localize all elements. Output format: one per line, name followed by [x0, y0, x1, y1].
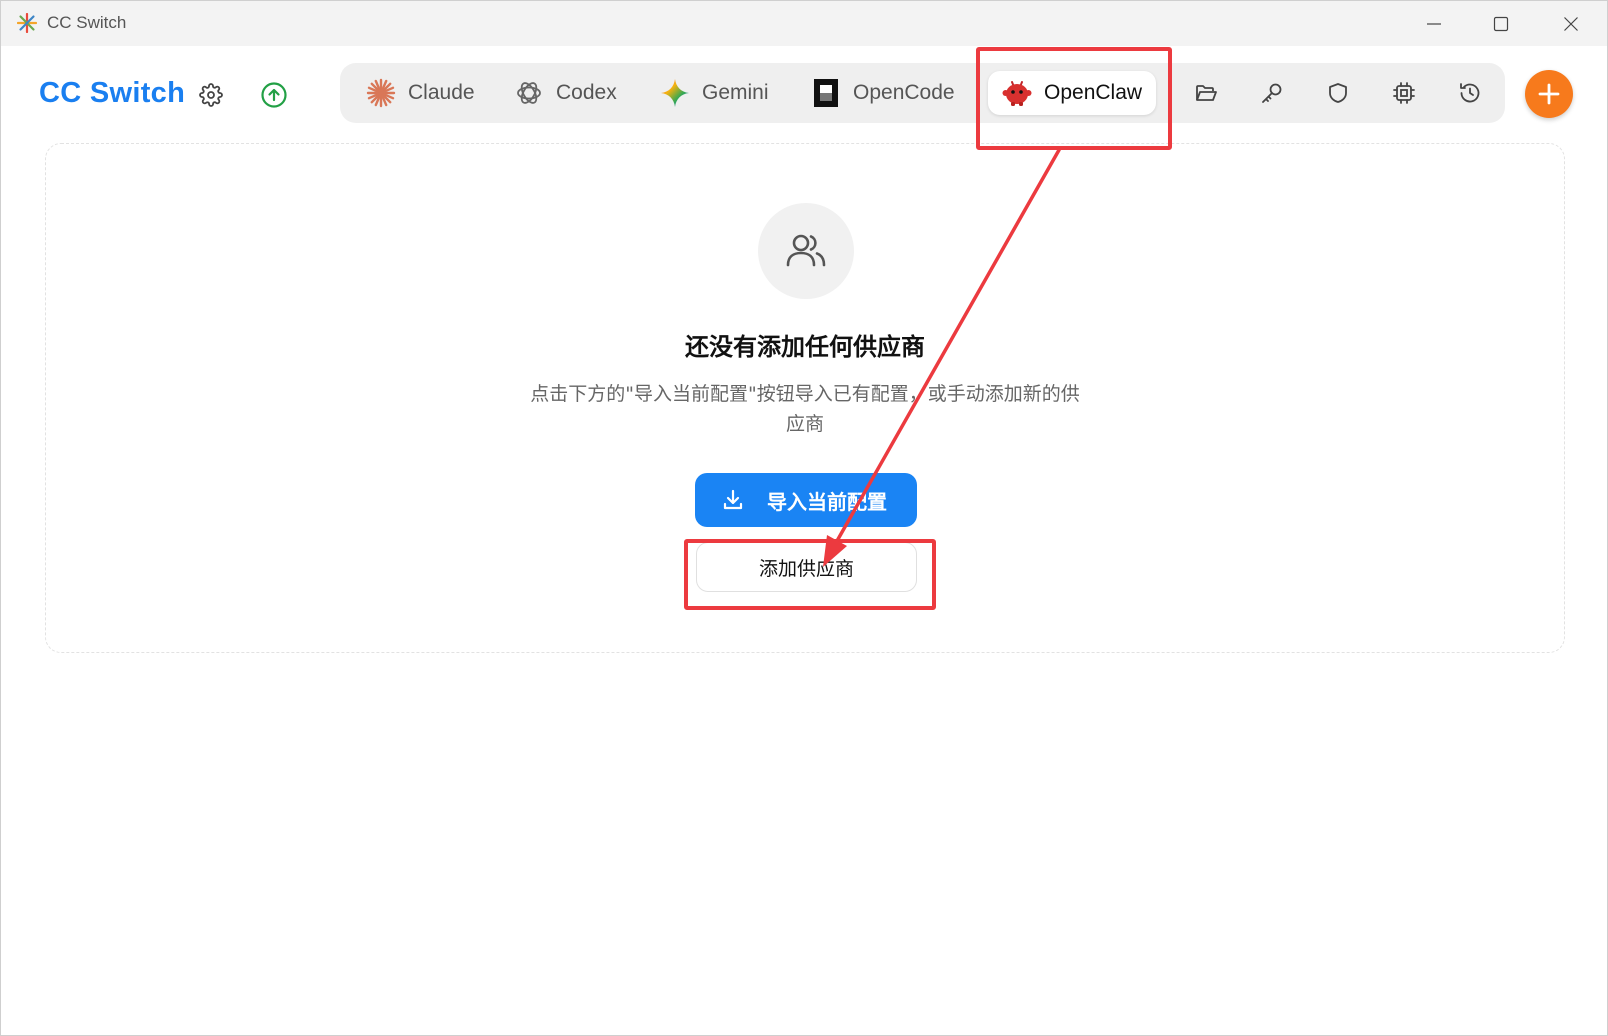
add-provider-fab[interactable] — [1525, 70, 1573, 118]
tab-label: Claude — [408, 81, 475, 104]
empty-state-title: 还没有添加任何供应商 — [685, 333, 925, 361]
maximize-button[interactable] — [1486, 9, 1516, 39]
history-button[interactable] — [1454, 77, 1486, 109]
annotation-highlight-tab — [976, 47, 1172, 150]
download-icon — [719, 486, 747, 514]
arrow-up-circle-icon — [261, 82, 287, 108]
window-title: CC Switch — [47, 13, 127, 32]
shield-icon — [1329, 83, 1347, 103]
folder-open-icon — [1196, 85, 1217, 101]
empty-state-description: 点击下方的"导入当前配置"按钮导入已有配置，或手动添加新的供应商 — [530, 383, 1080, 435]
tab-label: OpenCode — [853, 81, 955, 104]
opencode-square-icon — [811, 78, 841, 108]
tab-claude[interactable]: Claude — [352, 71, 489, 115]
plus-icon — [1538, 83, 1560, 105]
history-icon — [1460, 83, 1480, 103]
tab-codex[interactable]: Codex — [500, 71, 631, 115]
update-button[interactable] — [258, 79, 290, 111]
close-icon — [1564, 17, 1578, 31]
import-current-config-button[interactable]: 导入当前配置 — [695, 473, 917, 527]
claude-starburst-icon — [366, 78, 396, 108]
tab-gemini[interactable]: Gemini — [646, 71, 783, 115]
openai-knot-icon — [514, 78, 544, 108]
tab-label: Gemini — [702, 81, 769, 104]
mcp-button[interactable] — [1388, 77, 1420, 109]
users-icon — [786, 234, 826, 267]
open-folder-button[interactable] — [1190, 77, 1222, 109]
gemini-sparkle-icon — [660, 78, 690, 108]
import-button-label: 导入当前配置 — [767, 489, 887, 514]
app-tab-bar: Claude Codex Gemini OpenCode OpenClaw — [340, 63, 1505, 123]
key-icon — [1262, 83, 1282, 103]
maximize-icon — [1493, 16, 1509, 32]
empty-state-avatar — [758, 203, 854, 299]
gear-icon — [199, 83, 223, 107]
settings-button[interactable] — [195, 79, 227, 111]
minimize-icon — [1427, 23, 1441, 25]
tab-opencode[interactable]: OpenCode — [797, 71, 969, 115]
minimize-button[interactable] — [1419, 9, 1449, 39]
brand-title: CC Switch — [39, 77, 186, 109]
app-window: CC Switch CC Switch Claude Codex Gemini … — [0, 0, 1608, 1036]
api-key-button[interactable] — [1256, 77, 1288, 109]
close-button[interactable] — [1556, 9, 1586, 39]
chip-icon — [1393, 82, 1415, 104]
title-bar: CC Switch — [1, 1, 1607, 46]
app-logo-icon — [16, 12, 38, 34]
tab-label: Codex — [556, 81, 617, 104]
security-button[interactable] — [1322, 77, 1354, 109]
annotation-highlight-button — [684, 539, 936, 610]
